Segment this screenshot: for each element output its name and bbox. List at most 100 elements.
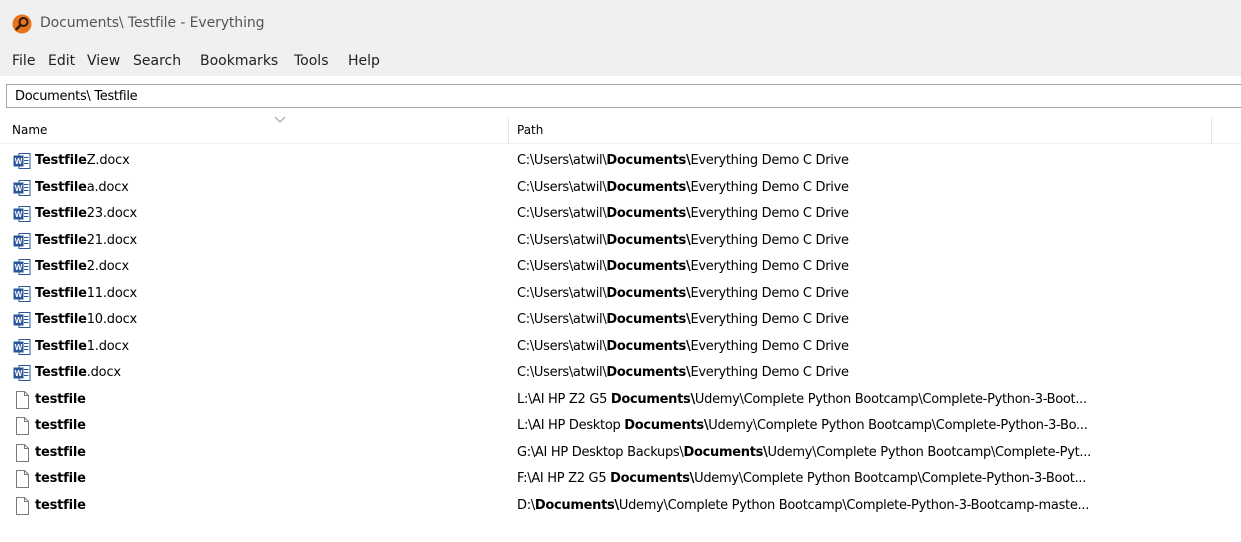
path-cell: C:\Users\atwil\Documents\Everything Demo…	[509, 334, 1212, 360]
path-prefix: C:\Users\atwil\	[517, 338, 607, 354]
path-match: Documents\	[606, 179, 691, 195]
path-match: Documents\	[610, 471, 695, 486]
menu-tools[interactable]: Tools	[294, 53, 329, 69]
name-match: Testfile	[35, 312, 87, 327]
word-document-icon: W	[13, 206, 31, 222]
menu-file[interactable]: File	[12, 53, 35, 69]
path-suffix: Udemy\Complete Python Bootcamp\Complete-…	[767, 444, 1092, 460]
column-header-row: Name Path	[0, 116, 1241, 144]
name-cell: W Testfile21.docx	[0, 228, 509, 254]
path-prefix: D:\	[517, 497, 535, 513]
name-cell: W Testfilea.docx	[0, 175, 509, 201]
window-title: Documents\ Testfile - Everything	[40, 15, 265, 31]
word-document-icon: W	[13, 179, 31, 196]
result-row[interactable]: W Testfile21.docx C:\Users\atwil\Documen…	[0, 228, 1241, 254]
name-rest: a.docx	[86, 179, 129, 195]
menu-bookmarks[interactable]: Bookmarks	[200, 53, 278, 69]
name-cell: W Testfile10.docx	[0, 307, 509, 333]
word-document-icon: W	[13, 365, 31, 381]
result-row[interactable]: testfile D:\Documents\Udemy\Complete Pyt…	[0, 493, 1241, 519]
path-cell: F:\AI HP Z2 G5 Documents\Udemy\Complete …	[509, 466, 1212, 492]
menu-bar: File Edit View Search Bookmarks Tools He…	[0, 48, 1241, 76]
result-row[interactable]: testfile G:\AI HP Desktop Backups\Docume…	[0, 440, 1241, 466]
blank-file-icon	[16, 443, 29, 462]
chevron-down-icon	[274, 116, 286, 123]
svg-text:W: W	[15, 316, 23, 325]
path-suffix: Udemy\Complete Python Bootcamp\Complete-…	[694, 391, 1087, 407]
path-prefix: C:\Users\atwil\	[517, 179, 607, 195]
path-match: Documents\	[606, 312, 691, 327]
word-document-icon: W	[13, 153, 31, 169]
name-match: Testfile	[35, 338, 87, 354]
name-rest: 11.docx	[86, 285, 138, 301]
path-cell: G:\AI HP Desktop Backups\Documents\Udemy…	[509, 440, 1212, 466]
menu-edit[interactable]: Edit	[48, 53, 75, 69]
search-input[interactable]	[7, 85, 1241, 107]
result-row[interactable]: W Testfile10.docx C:\Users\atwil\Documen…	[0, 307, 1241, 333]
path-cell: C:\Users\atwil\Documents\Everything Demo…	[509, 148, 1212, 174]
result-row[interactable]: W Testfile.docx C:\Users\atwil\Documents…	[0, 360, 1241, 386]
blank-file-icon	[16, 470, 29, 488]
path-suffix: Everything Demo C Drive	[690, 259, 849, 274]
word-document-icon: W	[13, 312, 31, 328]
column-header-name[interactable]: Name	[0, 116, 509, 144]
path-match: Documents\	[683, 444, 768, 460]
name-rest: 2.docx	[86, 259, 129, 274]
name-match: Testfile	[35, 179, 87, 195]
result-row[interactable]: W Testfile11.docx C:\Users\atwil\Documen…	[0, 281, 1241, 307]
path-suffix: Everything Demo C Drive	[690, 206, 849, 221]
title-bar: Documents\ Testfile - Everything	[0, 0, 1241, 48]
word-document-icon: W	[13, 232, 31, 249]
result-row[interactable]: W Testfile1.docx C:\Users\atwil\Document…	[0, 334, 1241, 360]
path-prefix: C:\Users\atwil\	[517, 259, 607, 274]
path-prefix: L:\AI HP Desktop	[517, 418, 625, 433]
path-cell: L:\AI HP Z2 G5 Documents\Udemy\Complete …	[509, 387, 1212, 413]
name-rest: 10.docx	[86, 312, 138, 327]
path-cell: C:\Users\atwil\Documents\Everything Demo…	[509, 254, 1212, 280]
result-row[interactable]: testfile F:\AI HP Z2 G5 Documents\Udemy\…	[0, 466, 1241, 492]
path-prefix: G:\AI HP Desktop Backups\	[517, 444, 684, 460]
menu-view[interactable]: View	[87, 53, 120, 69]
name-rest: .docx	[86, 365, 121, 380]
path-match: Documents\	[606, 365, 691, 380]
svg-text:W: W	[15, 237, 23, 246]
menu-help[interactable]: Help	[348, 53, 380, 69]
name-match: Testfile	[35, 232, 87, 248]
name-rest: Z.docx	[86, 153, 130, 168]
path-match: Documents\	[606, 232, 691, 248]
word-document-icon: W	[13, 338, 31, 355]
result-row[interactable]: W Testfile2.docx C:\Users\atwil\Document…	[0, 254, 1241, 280]
path-suffix: Everything Demo C Drive	[690, 312, 849, 327]
path-suffix: Everything Demo C Drive	[690, 285, 849, 301]
name-cell: testfile	[0, 387, 509, 413]
result-row[interactable]: testfile L:\AI HP Z2 G5 Documents\Udemy\…	[0, 387, 1241, 413]
path-cell: C:\Users\atwil\Documents\Everything Demo…	[509, 228, 1212, 254]
path-match: Documents\	[606, 338, 691, 354]
column-header-path-label: Path	[517, 123, 544, 137]
path-prefix: C:\Users\atwil\	[517, 232, 607, 248]
result-row[interactable]: W TestfileZ.docx C:\Users\atwil\Document…	[0, 148, 1241, 174]
name-match: testfile	[35, 391, 86, 407]
menu-search[interactable]: Search	[133, 53, 181, 69]
path-suffix: Everything Demo C Drive	[690, 338, 849, 354]
svg-text:W: W	[15, 369, 23, 378]
path-suffix: Everything Demo C Drive	[690, 232, 849, 248]
path-match: Documents\	[606, 285, 691, 301]
svg-text:W: W	[15, 184, 23, 193]
column-header-path[interactable]: Path	[509, 117, 1212, 144]
result-row[interactable]: W Testfile23.docx C:\Users\atwil\Documen…	[0, 201, 1241, 227]
name-cell: W Testfile1.docx	[0, 334, 509, 360]
path-cell: D:\Documents\Udemy\Complete Python Bootc…	[509, 493, 1212, 519]
result-row[interactable]: W Testfilea.docx C:\Users\atwil\Document…	[0, 175, 1241, 201]
blank-file-icon	[16, 496, 29, 515]
path-cell: C:\Users\atwil\Documents\Everything Demo…	[509, 281, 1212, 307]
result-row[interactable]: testfile L:\AI HP Desktop Documents\Udem…	[0, 413, 1241, 439]
path-suffix: Udemy\Complete Python Bootcamp\Complete-…	[708, 418, 1088, 433]
name-match: testfile	[35, 497, 86, 513]
path-suffix: Udemy\Complete Python Bootcamp\Complete-…	[694, 471, 1087, 486]
name-match: testfile	[35, 471, 86, 486]
search-box	[6, 84, 1241, 108]
path-prefix: L:\AI HP Z2 G5	[517, 391, 611, 407]
name-cell: W Testfile11.docx	[0, 281, 509, 307]
svg-text:W: W	[15, 343, 23, 352]
